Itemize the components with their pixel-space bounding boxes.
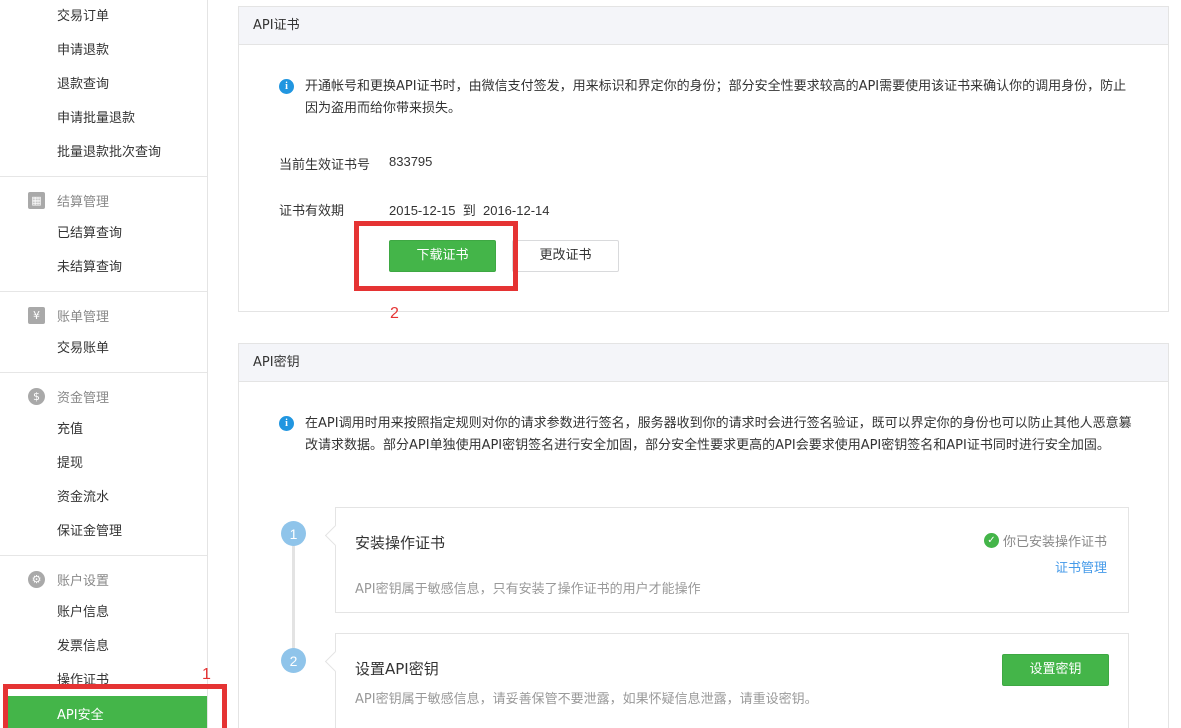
sidebar-item-recharge[interactable]: 充值 [57,421,83,439]
calculator-icon: ▦ [28,191,45,209]
sidebar-group-settlement: ▦ 结算管理 [28,189,208,211]
info-text: 在API调用时用来按照指定规则对你的请求参数进行签名，服务器收到你的请求时会进行… [305,416,1132,453]
info-text: 开通帐号和更换API证书时，由微信支付签发，用来标识和界定你的身份；部分安全性要… [305,79,1127,116]
step-number-badge: 1 [281,521,306,546]
annotation-marker: 2 [390,305,399,322]
sidebar-item-trade-orders[interactable]: 交易订单 [57,8,109,26]
sidebar-item-batch-refund[interactable]: 申请批量退款 [57,110,135,128]
step-card-install-cert: 安装操作证书 API密钥属于敏感信息，只有安装了操作证书的用户才能操作 ✓ 你已… [335,507,1129,613]
step-card-set-key: 设置API密钥 API密钥属于敏感信息，请妥善保管不要泄露，如果怀疑信息泄露，请… [335,633,1129,728]
cert-manage-link[interactable]: 证书管理 [1055,557,1107,576]
sidebar-group-funds: $ 资金管理 [28,385,208,407]
sidebar-group-label: 结算管理 [57,194,110,210]
sidebar-item-apply-refund[interactable]: 申请退款 [57,42,109,60]
sidebar-item-operation-cert[interactable]: 操作证书 [57,672,109,690]
sidebar-divider [0,176,207,177]
step-title: 设置API密钥 [355,660,439,678]
api-cert-panel: API证书 i 开通帐号和更换API证书时，由微信支付签发，用来标识和界定你的身… [238,6,1169,312]
info-icon: i [279,416,294,431]
panel-title: API证书 [239,7,1168,45]
step-title: 安装操作证书 [355,534,446,552]
check-circle-icon: ✓ [983,533,999,548]
change-cert-button[interactable]: 更改证书 [512,240,619,272]
cert-installed-status: ✓ 你已安装操作证书 [983,531,1107,550]
sidebar-item-fund-flow[interactable]: 资金流水 [57,489,109,507]
cert-validity-label: 证书有效期 [279,204,345,219]
sidebar-item-withdraw[interactable]: 提现 [57,455,83,473]
gear-icon: ⚙ [28,570,45,588]
yen-icon: ¥ [28,306,45,324]
sidebar-item-batch-refund-query[interactable]: 批量退款批次查询 [57,144,161,162]
step-description: API密钥属于敏感信息，请妥善保管不要泄露，如果怀疑信息泄露，请重设密钥。 [355,692,818,707]
validity-to-word: 到 [462,203,476,218]
sidebar-group-label: 资金管理 [57,390,110,406]
sidebar-item-deposit[interactable]: 保证金管理 [57,523,122,541]
sidebar-nav: 交易订单 申请退款 退款查询 申请批量退款 批量退款批次查询 ▦ 结算管理 已结… [0,0,208,728]
sidebar-group-bills: ¥ 账单管理 [28,304,208,326]
sidebar-divider [0,372,207,373]
sidebar-item-refund-query[interactable]: 退款查询 [57,76,109,94]
sidebar-group-label: 账户设置 [57,573,110,589]
sidebar-group-account: ⚙ 账户设置 [28,568,208,590]
sidebar-item-api-security[interactable]: API安全 [8,696,207,728]
cert-validity-value: 2015-12-15 到 2016-12-14 [389,200,549,219]
cert-number-value: 833795 [389,154,433,169]
sidebar-item-settled-query[interactable]: 已结算查询 [57,225,122,243]
sidebar-item-invoice-info[interactable]: 发票信息 [57,638,109,656]
panel-title: API密钥 [239,344,1168,382]
step-number-badge: 2 [281,648,306,673]
step-connector [292,534,295,660]
sidebar-item-unsettled-query[interactable]: 未结算查询 [57,259,122,277]
status-text: 你已安装操作证书 [1002,535,1107,550]
money-bag-icon: $ [28,387,45,405]
info-icon: i [279,79,294,94]
sidebar-divider [0,555,207,556]
annotation-marker: 1 [202,666,211,683]
info-notice: i 开通帐号和更换API证书时，由微信支付签发，用来标识和界定你的身份；部分安全… [279,76,1135,120]
sidebar-divider [0,291,207,292]
sidebar-item-account-info[interactable]: 账户信息 [57,604,109,622]
cert-number-label: 当前生效证书号 [279,158,371,173]
sidebar-item-label: API安全 [57,708,104,723]
api-key-panel: API密钥 i 在API调用时用来按照指定规则对你的请求参数进行签名，服务器收到… [238,343,1169,728]
sidebar-item-trade-bill[interactable]: 交易账单 [57,340,109,358]
info-notice: i 在API调用时用来按照指定规则对你的请求参数进行签名，服务器收到你的请求时会… [279,413,1135,457]
step-description: API密钥属于敏感信息，只有安装了操作证书的用户才能操作 [355,582,701,597]
validity-to: 2016-12-14 [482,203,550,218]
set-key-button[interactable]: 设置密钥 [1002,654,1109,686]
sidebar-group-label: 账单管理 [57,309,110,325]
download-cert-button[interactable]: 下载证书 [389,240,496,272]
validity-from: 2015-12-15 [389,203,456,218]
